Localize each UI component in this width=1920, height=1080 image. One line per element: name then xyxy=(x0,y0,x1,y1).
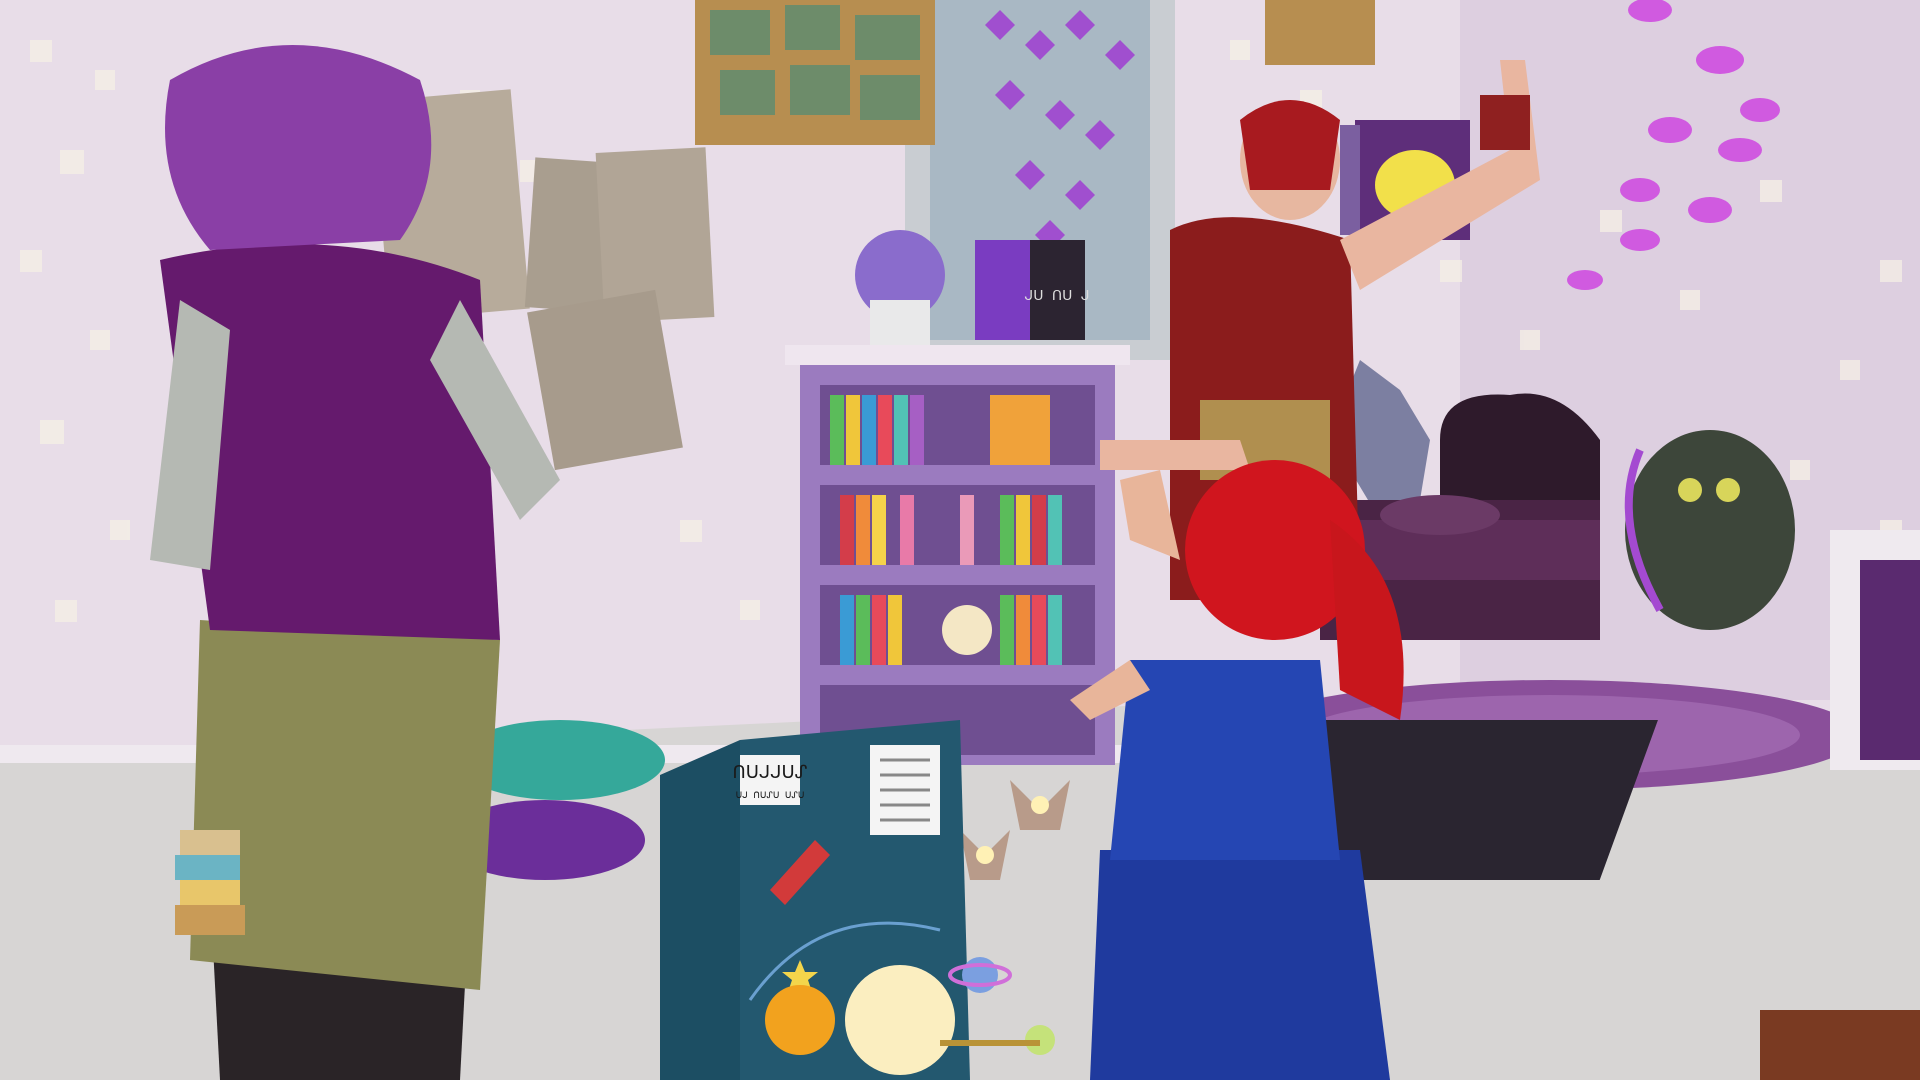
game-scene[interactable]: ᒍᑌ ᑎᑌ ᒍ ᑎᑌᒍᒍᑌᔑ ᑌᒍ ᑎᑌᔑᑌ ᑌᔑᑌ xyxy=(0,0,1920,1080)
monster-wall-decal xyxy=(1624,430,1795,630)
poster-title: ᑎᑌᒍᒍᑌᔑ xyxy=(733,762,808,783)
poster-subtitle: ᑌᒍ ᑎᑌᔑᑌ ᑌᔑᑌ xyxy=(736,791,805,801)
photo-board-right xyxy=(1265,0,1375,65)
book-spine-text: ᒍᑌ ᑎᑌ ᒍ xyxy=(1024,288,1089,304)
floor-book-stack xyxy=(175,830,245,935)
desk-panel xyxy=(1860,560,1920,760)
wooden-table-corner xyxy=(1760,1010,1920,1080)
purple-poster xyxy=(1340,125,1360,235)
